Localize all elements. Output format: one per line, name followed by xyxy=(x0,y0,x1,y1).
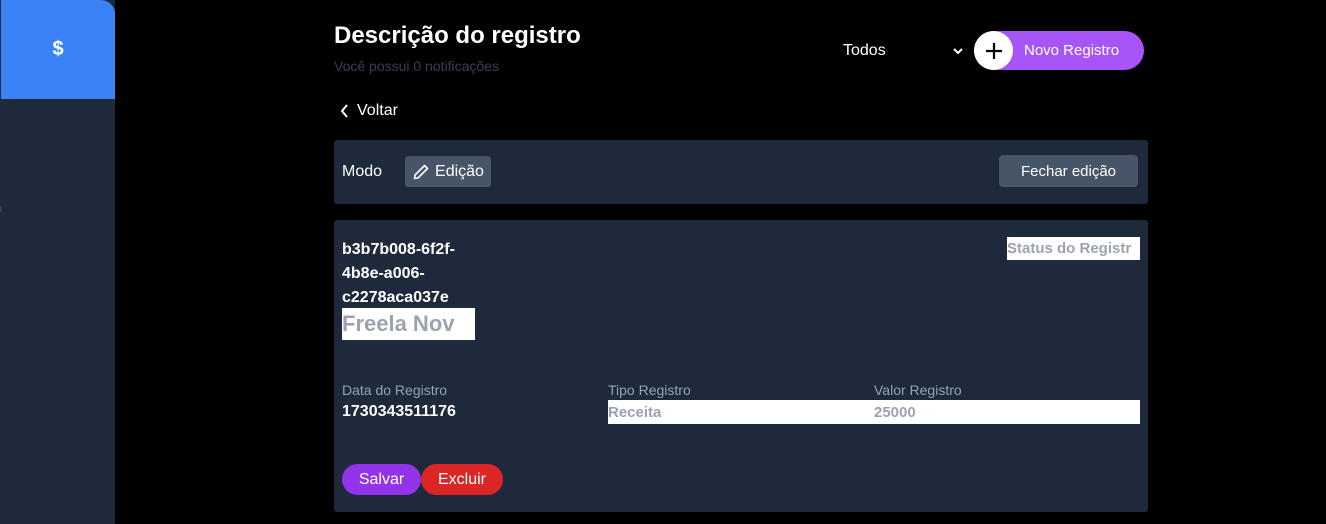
record-id: b3b7b008-6f2f- 4b8e-a006- c2278aca037e xyxy=(342,238,492,310)
dollar-icon[interactable]: $ xyxy=(1,0,115,99)
record-id-line: c2278aca037e xyxy=(342,289,449,306)
back-label: Voltar xyxy=(357,102,398,119)
amount-label: Valor Registro xyxy=(874,382,962,398)
back-link[interactable]: Voltar xyxy=(340,102,398,120)
new-record-label: Novo Registro xyxy=(1024,42,1120,59)
mode-bar: Modo Edição Fechar edição xyxy=(334,140,1148,204)
logo-symbol: $ xyxy=(52,38,64,60)
close-edit-button[interactable]: Fechar edição xyxy=(999,155,1138,187)
date-value: 1730343511176 xyxy=(342,403,456,420)
pencil-icon xyxy=(413,164,429,179)
record-card: b3b7b008-6f2f- 4b8e-a006- c2278aca037e F… xyxy=(334,220,1148,512)
type-select[interactable]: Receita xyxy=(608,404,661,421)
save-button[interactable]: Salvar xyxy=(342,464,421,495)
filter-selected-value: Todos xyxy=(843,42,886,59)
amount-input[interactable]: 25000 xyxy=(874,404,916,421)
record-name-input[interactable]: Freela Nov xyxy=(342,308,475,340)
mode-label: Modo xyxy=(342,163,383,180)
chevron-down-icon xyxy=(953,47,963,54)
type-label: Tipo Registro xyxy=(608,382,691,398)
record-id-line: 4b8e-a006- xyxy=(342,265,425,282)
status-select[interactable]: Status do Registr xyxy=(1007,237,1140,260)
notifications-subtitle: Você possui 0 notificações xyxy=(334,58,499,74)
record-id-line: b3b7b008-6f2f- xyxy=(342,241,455,258)
editable-fields-strip: Receita 25000 xyxy=(608,400,1140,424)
new-record-button[interactable]: Novo Registro xyxy=(974,31,1144,70)
filter-select[interactable]: Todos xyxy=(843,38,965,64)
sidebar: $ xyxy=(0,0,115,524)
plus-icon xyxy=(974,31,1013,70)
date-label: Data do Registro xyxy=(342,382,448,398)
page-title: Descrição do registro xyxy=(334,22,581,49)
delete-button[interactable]: Excluir xyxy=(421,464,503,495)
sidebar-resize-handle[interactable] xyxy=(0,206,2,212)
chevron-left-icon xyxy=(340,104,348,118)
edit-mode-label: Edição xyxy=(435,162,484,180)
edit-mode-chip[interactable]: Edição xyxy=(405,156,491,187)
